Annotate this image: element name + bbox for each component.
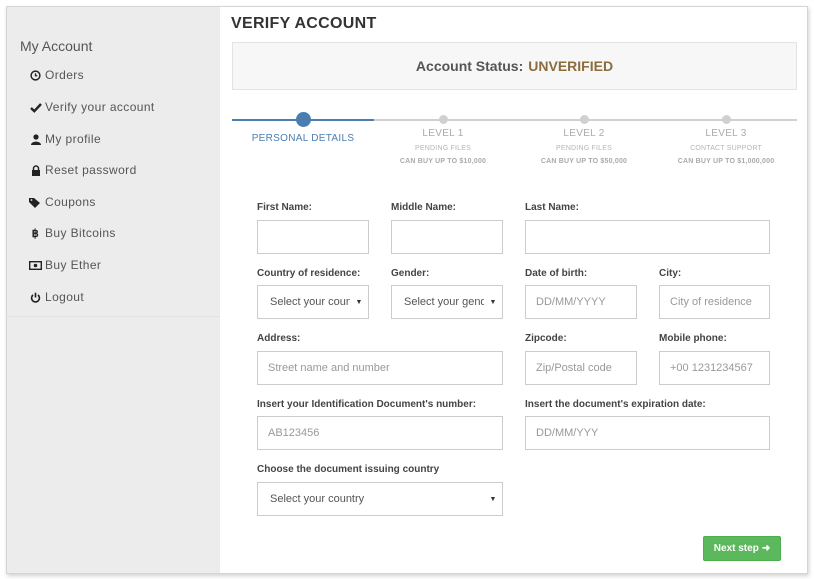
mobile-field[interactable]: +00 1231234567: [659, 351, 770, 385]
address-field[interactable]: Street name and number: [257, 351, 503, 385]
step-sub: CONTACT SUPPORT: [690, 145, 762, 152]
clock-icon: [29, 69, 42, 82]
dob-field[interactable]: DD/MM/YYYY: [525, 285, 637, 319]
mobile-label: Mobile phone:: [659, 333, 727, 344]
sidebar: My Account Orders Verify your account My…: [7, 7, 220, 573]
country-select[interactable]: Select your coun ▼: [257, 285, 369, 319]
dob-label: Date of birth:: [525, 268, 588, 279]
sidebar-item-label: Buy Bitcoins: [45, 226, 116, 240]
status-badge: UNVERIFIED: [528, 58, 614, 74]
sidebar-item-label: Verify your account: [45, 100, 155, 114]
zipcode-label: Zipcode:: [525, 333, 567, 344]
middle-name-label: Middle Name:: [391, 202, 457, 213]
status-label: Account Status:: [415, 58, 524, 74]
country-select-value: Select your coun: [270, 296, 350, 308]
caret-down-icon: ▼: [489, 495, 497, 503]
next-step-button[interactable]: Next step ➜: [703, 536, 781, 561]
zipcode-field[interactable]: Zip/Postal code: [525, 351, 637, 385]
step-dot: [579, 115, 589, 124]
sidebar-item-label: Orders: [45, 68, 85, 82]
step-level-1: LEVEL 1 PENDING FILES CAN BUY UP TO $10,…: [373, 112, 513, 165]
id-number-label: Insert your Identification Document's nu…: [257, 399, 477, 410]
step-sub: PENDING FILES: [415, 145, 471, 152]
middle-name-field[interactable]: [391, 220, 503, 254]
tag-icon: [29, 196, 42, 209]
progress-steps: PERSONAL DETAILS LEVEL 1 PENDING FILES C…: [232, 112, 797, 182]
issuing-country-label: Choose the document issuing country: [257, 464, 440, 475]
step-dot: [438, 115, 448, 124]
id-number-field[interactable]: AB123456: [257, 416, 503, 450]
id-expiry-field[interactable]: DD/MM/YYY: [525, 416, 770, 450]
power-icon: [29, 291, 42, 304]
bitcoin-icon: ฿: [31, 227, 40, 240]
sidebar-item-coupons[interactable]: Coupons: [29, 194, 96, 210]
sidebar-item-buy-bitcoins[interactable]: ฿ Buy Bitcoins: [29, 225, 116, 241]
sidebar-item-reset-password[interactable]: Reset password: [29, 162, 137, 178]
sidebar-item-verify[interactable]: Verify your account: [29, 99, 155, 115]
page-title: VERIFY ACCOUNT: [231, 15, 377, 32]
sidebar-title: My Account: [20, 38, 93, 54]
issuing-country-select[interactable]: Select your country ▼: [257, 482, 503, 516]
city-field[interactable]: City of residence: [659, 285, 770, 319]
caret-down-icon: ▼: [355, 298, 363, 306]
next-step-label: Next step: [713, 543, 759, 554]
sidebar-item-label: Reset password: [45, 163, 137, 177]
main-content: VERIFY ACCOUNT Account Status: UNVERIFIE…: [220, 7, 807, 573]
gender-select[interactable]: Select your gend ▼: [391, 285, 503, 319]
step-level-2: LEVEL 2 PENDING FILES CAN BUY UP TO $50,…: [514, 112, 654, 165]
sidebar-item-label: My profile: [45, 132, 102, 146]
money-icon: [29, 259, 42, 272]
check-icon: [29, 101, 42, 114]
last-name-field[interactable]: [525, 220, 770, 254]
account-status-box: Account Status: UNVERIFIED: [232, 42, 797, 90]
user-icon: [29, 133, 42, 146]
step-dot: [295, 112, 311, 127]
step-level-3: LEVEL 3 CONTACT SUPPORT CAN BUY UP TO $1…: [656, 112, 796, 165]
step-cap: CAN BUY UP TO $1,000,000: [677, 158, 775, 165]
step-personal-details: PERSONAL DETAILS: [233, 112, 373, 144]
sidebar-item-orders[interactable]: Orders: [29, 67, 84, 83]
step-label: LEVEL 2: [563, 128, 605, 139]
step-cap: CAN BUY UP TO $50,000: [540, 158, 628, 165]
gender-select-value: Select your gend: [404, 296, 484, 308]
first-name-label: First Name:: [257, 202, 313, 213]
address-label: Address:: [257, 333, 301, 344]
step-label: PERSONAL DETAILS: [251, 133, 355, 144]
last-name-label: Last Name:: [525, 202, 579, 213]
sidebar-item-label: Logout: [45, 290, 85, 304]
arrow-right-icon: ➜: [761, 543, 771, 554]
step-dot: [721, 115, 731, 124]
sidebar-item-label: Coupons: [45, 195, 96, 209]
sidebar-item-label: Buy Ether: [45, 258, 102, 272]
caret-down-icon: ▼: [489, 298, 497, 306]
sidebar-item-logout[interactable]: Logout: [29, 289, 84, 305]
first-name-field[interactable]: [257, 220, 369, 254]
country-label: Country of residence:: [257, 268, 361, 279]
id-expiry-label: Insert the document's expiration date:: [525, 399, 706, 410]
step-label: LEVEL 1: [422, 128, 464, 139]
app-window: My Account Orders Verify your account My…: [6, 6, 808, 574]
step-sub: PENDING FILES: [556, 145, 612, 152]
sidebar-item-profile[interactable]: My profile: [29, 131, 101, 147]
sidebar-item-buy-ether[interactable]: Buy Ether: [29, 257, 101, 273]
step-cap: CAN BUY UP TO $10,000: [399, 158, 487, 165]
lock-icon: [29, 164, 42, 177]
step-label: LEVEL 3: [705, 128, 747, 139]
gender-label: Gender:: [391, 268, 430, 279]
city-label: City:: [659, 268, 682, 279]
issuing-country-value: Select your country: [270, 493, 365, 505]
sidebar-panel: My Account Orders Verify your account My…: [7, 7, 220, 317]
